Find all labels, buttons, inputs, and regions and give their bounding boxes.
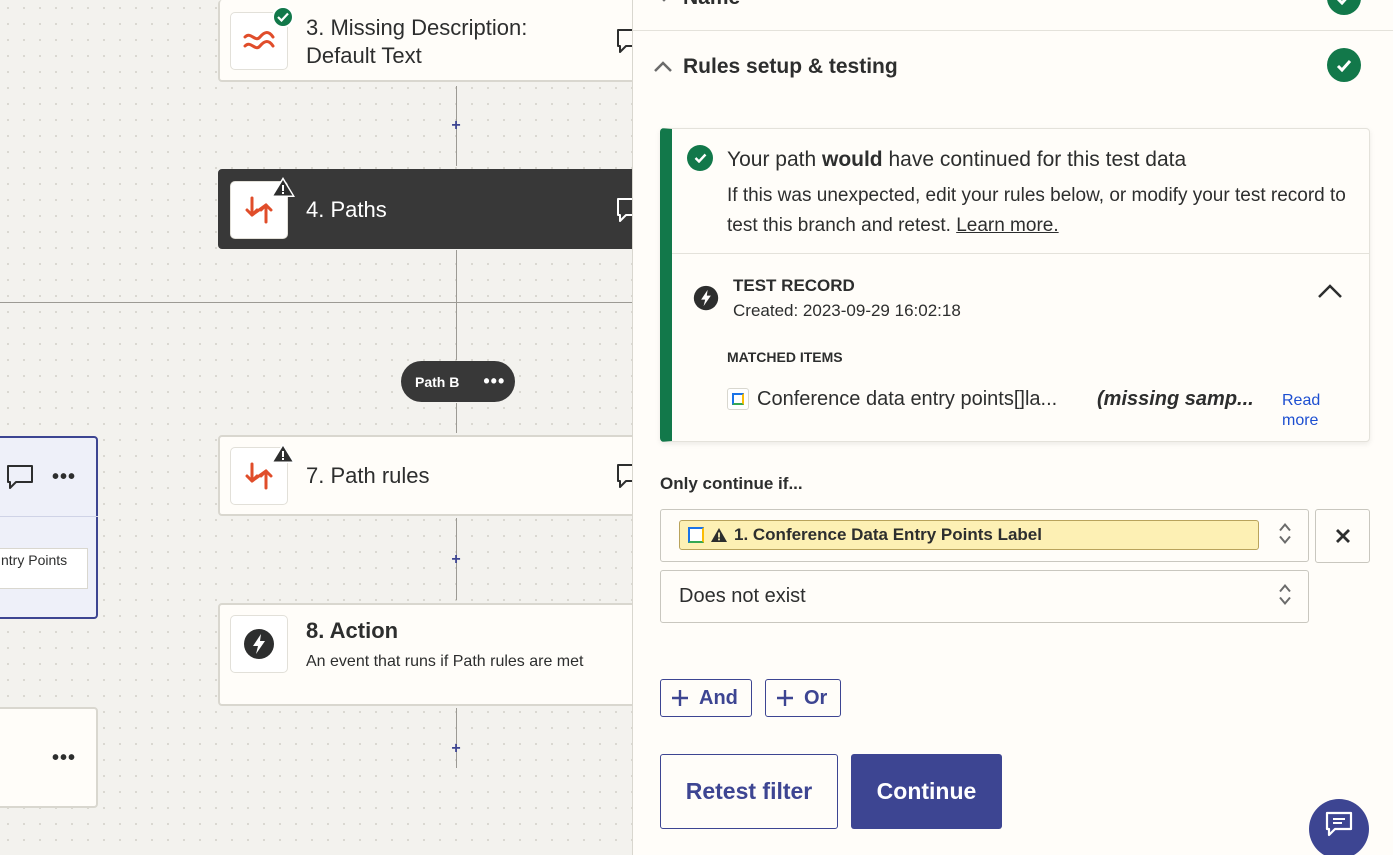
test-record-created: Created: 2023-09-29 16:02:18 [733,301,961,320]
comment-icon[interactable] [616,463,632,494]
step-menu-button[interactable]: ••• [52,466,76,489]
lightning-icon [693,285,719,316]
name-section-header[interactable]: Name [633,0,1393,31]
google-calendar-icon [688,527,704,543]
test-record-title: TEST RECORD [733,276,855,295]
rules-section-label: Rules setup & testing [683,55,898,78]
success-check-icon [272,6,294,28]
section-complete-icon [1327,48,1361,82]
add-or-condition-button[interactable]: Or [765,679,841,717]
warning-icon [270,176,296,203]
path-b-label[interactable]: Path B ••• [401,361,515,402]
chevron-up-icon [653,60,673,78]
retest-filter-button[interactable]: Retest filter [660,754,838,829]
rules-section-header[interactable]: Rules setup & testing [633,31,1393,101]
rule-condition-value: Does not exist [679,585,806,607]
field-preview-box: ntry Points [0,548,88,589]
chevron-down-icon [655,0,673,8]
field-preview-text: ntry Points [1,552,68,568]
step-7-title: 7. Path rules [306,463,430,488]
rule-field-chip: 1. Conference Data Entry Points Label [679,520,1259,550]
action-app-icon [230,615,288,673]
step-menu-button[interactable]: ••• [52,747,76,770]
workflow-canvas[interactable]: + + + 3. Missing Description: Default Te… [0,0,632,855]
result-body: If this was unexpected, edit your rules … [727,185,1346,236]
continue-button[interactable]: Continue [851,754,1002,829]
path-b-name: Path B [415,373,460,390]
path-a-step-card[interactable]: ••• ntry Points [0,436,98,619]
test-result-box: Your path would have continued for this … [660,128,1370,442]
name-section-label: Name [683,0,740,10]
step-4-title: 4. Paths [306,197,387,222]
updown-chevron-icon [1278,521,1292,550]
path-menu-button[interactable]: ••• [483,371,505,392]
step-3-card[interactable]: 3. Missing Description: Default Text [218,0,632,82]
chat-icon [1325,811,1353,837]
connector-line [456,250,457,360]
comment-icon[interactable] [616,197,632,228]
result-headline: Your path would have continued for this … [727,148,1187,171]
or-button-label: Or [804,686,828,709]
step-4-paths-card[interactable]: 4. Paths [218,169,632,249]
divider [672,253,1369,254]
support-chat-button[interactable] [1309,799,1369,855]
close-icon [1335,529,1350,543]
divider [0,516,98,517]
step-8-action-card[interactable]: 8. Action An event that runs if Path rul… [218,603,632,706]
step-8-title: 8. Action [306,618,399,643]
success-check-icon [687,145,713,171]
step-editor-panel: Name Rules setup & testing Your path wou… [632,0,1393,855]
rule-field-select[interactable]: 1. Conference Data Entry Points Label [660,509,1309,562]
connector-line [456,708,457,768]
matched-item-value: (missing samp... [1097,388,1254,410]
only-continue-label: Only continue if... [660,474,803,493]
add-and-condition-button[interactable]: And [660,679,752,717]
google-calendar-icon [727,388,749,410]
rule-field-label: 1. Conference Data Entry Points Label [734,525,1042,544]
connector-line [456,403,457,433]
section-complete-icon [1327,0,1361,15]
matched-items-label: MATCHED ITEMS [727,349,843,365]
rule-condition-select[interactable]: Does not exist [660,570,1309,623]
plus-icon [777,690,793,706]
updown-chevron-icon [1278,582,1292,611]
warning-icon [270,442,296,469]
chevron-up-icon [1318,284,1342,298]
lightning-icon [244,629,274,659]
add-step-button[interactable]: + [449,741,463,757]
read-more-link[interactable]: Read more [1282,391,1342,431]
step-7-path-rules-card[interactable]: 7. Path rules [218,435,632,516]
path-a-next-card[interactable]: ••• [0,707,98,808]
comment-icon[interactable] [616,28,632,59]
remove-rule-button[interactable] [1315,509,1370,563]
add-step-button[interactable]: + [449,118,463,134]
step-3-title: 3. Missing Description: Default Text [306,15,528,68]
matched-item-name: Conference data entry points[]la... [757,388,1058,410]
add-step-button[interactable]: + [449,552,463,568]
collapse-record-button[interactable] [1317,283,1343,304]
and-button-label: And [699,686,738,709]
formatter-icon [243,31,275,50]
learn-more-link[interactable]: Learn more. [956,215,1058,236]
warning-icon [711,528,727,542]
plus-icon [672,690,688,706]
comment-icon[interactable] [6,464,34,495]
step-8-description: An event that runs if Path rules are met [306,653,584,670]
branch-line [0,302,632,303]
